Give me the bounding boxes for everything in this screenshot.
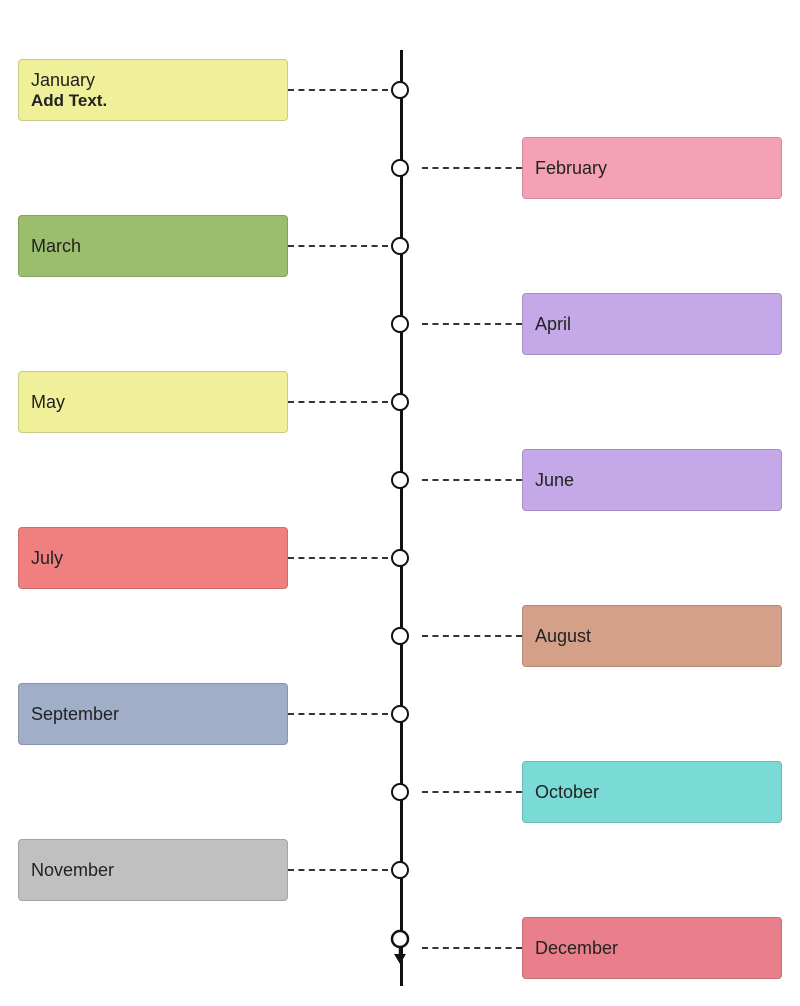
month-label-october: October	[535, 782, 599, 803]
timeline-circle-may	[391, 393, 409, 411]
timeline: JanuaryAdd Text. February March April May Jun…	[0, 50, 800, 1006]
timeline-circle-october	[391, 783, 409, 801]
dash-left-march	[288, 245, 388, 247]
timeline-circle-june	[391, 471, 409, 489]
month-label-april: April	[535, 314, 571, 335]
month-label-july: July	[31, 548, 275, 569]
timeline-circle-january	[391, 81, 409, 99]
timeline-circle-september	[391, 705, 409, 723]
month-label-december: December	[535, 938, 618, 959]
month-box-march: March	[18, 215, 288, 277]
dash-right-june	[422, 479, 522, 481]
dash-left-january	[288, 89, 388, 91]
month-label-march: March	[31, 236, 275, 257]
month-label-november: November	[31, 860, 275, 881]
timeline-circle-november	[391, 861, 409, 879]
dash-right-october	[422, 791, 522, 793]
month-box-december: December	[522, 917, 782, 979]
month-box-january: JanuaryAdd Text.	[18, 59, 288, 121]
month-label-february: February	[535, 158, 607, 179]
dash-left-may	[288, 401, 388, 403]
month-box-may: May	[18, 371, 288, 433]
month-label-june: June	[535, 470, 574, 491]
month-box-february: February	[522, 137, 782, 199]
month-label-january: January	[31, 70, 275, 91]
dash-right-april	[422, 323, 522, 325]
month-label-may: May	[31, 392, 275, 413]
timeline-arrow	[391, 938, 411, 958]
month-box-september: September	[18, 683, 288, 745]
month-box-july: July	[18, 527, 288, 589]
timeline-circle-august	[391, 627, 409, 645]
month-label-september: September	[31, 704, 275, 725]
timeline-circle-february	[391, 159, 409, 177]
month-subtext-january: Add Text.	[31, 91, 275, 111]
timeline-circle-july	[391, 549, 409, 567]
month-box-june: June	[522, 449, 782, 511]
vertical-line	[400, 50, 403, 986]
page-heading	[0, 0, 800, 50]
month-box-october: October	[522, 761, 782, 823]
month-box-august: August	[522, 605, 782, 667]
dash-right-december	[422, 947, 522, 949]
month-box-april: April	[522, 293, 782, 355]
timeline-circle-april	[391, 315, 409, 333]
month-box-november: November	[18, 839, 288, 901]
dash-right-august	[422, 635, 522, 637]
dash-left-november	[288, 869, 388, 871]
dash-left-july	[288, 557, 388, 559]
month-label-august: August	[535, 626, 591, 647]
dash-right-february	[422, 167, 522, 169]
dash-left-september	[288, 713, 388, 715]
timeline-circle-march	[391, 237, 409, 255]
